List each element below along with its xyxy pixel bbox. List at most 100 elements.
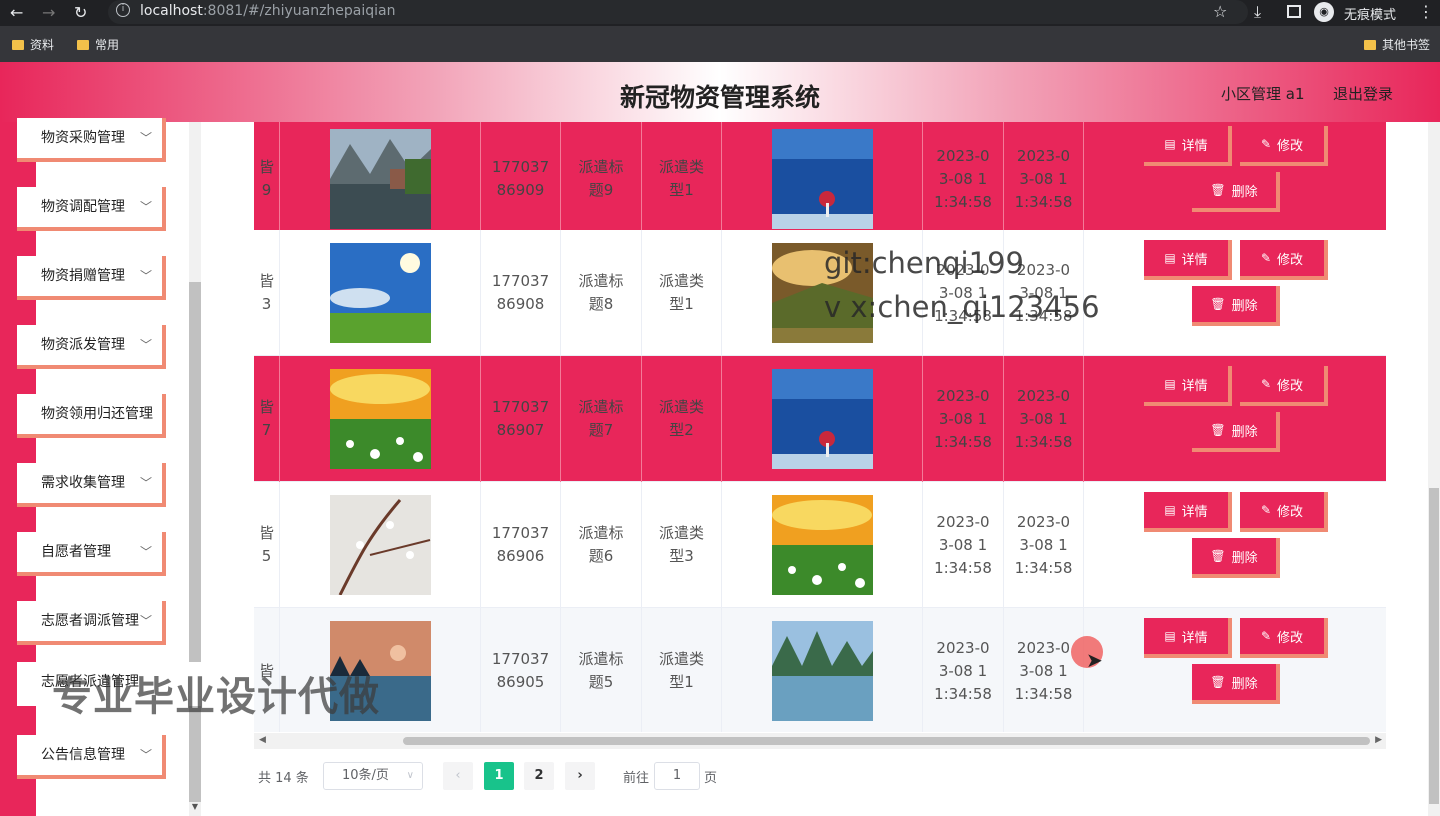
bookmarks-bar: 资料 常用 其他书签 <box>0 26 1440 62</box>
sidebar-item-demand[interactable]: 需求收集管理 ﹀ <box>17 463 166 507</box>
page-scrollbar-thumb[interactable] <box>1429 488 1439 804</box>
bookmark-label: 常用 <box>95 38 120 52</box>
other-bookmarks[interactable]: 其他书签 <box>1364 36 1430 53</box>
delete-button[interactable]: 🗑 删除 <box>1192 664 1280 704</box>
edit-button[interactable]: ✎ 修改 <box>1240 618 1328 658</box>
back-icon[interactable]: ← <box>10 3 23 22</box>
table-horizontal-scrollbar[interactable]: ◀ ▶ <box>254 733 1386 749</box>
panel-icon[interactable] <box>1287 5 1301 18</box>
sidebar-item-borrow-return[interactable]: 物资领用归还管理 <box>17 394 166 438</box>
sidebar-item-label: 志愿者调派管理 <box>41 613 139 629</box>
goto-page-input[interactable]: 1 <box>654 762 700 790</box>
forward-icon[interactable]: → <box>42 3 55 22</box>
scroll-down-icon[interactable]: ▼ <box>189 802 201 816</box>
detail-button[interactable]: ▤ 详情 <box>1144 240 1232 280</box>
cell-name-text: 皆 3 <box>258 272 274 313</box>
detail-button[interactable]: ▤ 详情 <box>1144 492 1232 532</box>
delete-button[interactable]: 🗑 删除 <box>1192 412 1280 452</box>
logout-link[interactable]: 退出登录 <box>1333 83 1393 104</box>
sidebar-item-donation[interactable]: 物资捐赠管理 ﹀ <box>17 256 166 300</box>
chevron-down-icon: ﹀ <box>139 476 152 490</box>
sunset-daisies-image[interactable] <box>329 369 431 469</box>
trash-icon: 🗑 <box>1210 183 1226 197</box>
cell-type: 派遣类 型2 <box>642 356 722 482</box>
delete-button-label: 删除 <box>1231 298 1258 314</box>
sidebar-item-announcements[interactable]: 公告信息管理 ﹀ <box>17 735 166 779</box>
sidebar-item-volunteer-dispatch[interactable]: 志愿者调派管理 ﹀ <box>17 601 166 645</box>
cell-name: 皆 7 <box>254 356 280 482</box>
cell-title-text: 派遣标 题5 <box>578 650 624 691</box>
info-icon[interactable]: i <box>116 3 130 17</box>
star-icon[interactable]: ☆ <box>1213 2 1227 21</box>
reload-icon[interactable]: ↻ <box>74 3 87 22</box>
cell-type: 派遣类 型3 <box>642 482 722 608</box>
cell-time-2: 2023-0 3-08 1 1:34:58 <box>1004 122 1084 242</box>
delete-button[interactable]: 🗑 删除 <box>1192 286 1280 326</box>
edit-button[interactable]: ✎ 修改 <box>1240 240 1328 280</box>
cell-name: 皆 5 <box>254 482 280 608</box>
detail-button-label: 详情 <box>1181 504 1208 520</box>
delete-button[interactable]: 🗑 删除 <box>1192 538 1280 578</box>
cell-type: 派遣类 型1 <box>642 230 722 356</box>
bookmark-folder[interactable]: 常用 <box>77 36 119 53</box>
sunset-daisies-image[interactable] <box>771 495 873 595</box>
data-table: 皆 9 177037 86909 派遣标 题9 派遣类 型1 2023-0 3-08 1… <box>254 122 1386 732</box>
mountain-lake-village-image[interactable] <box>329 129 431 229</box>
document-icon: ▤ <box>1164 503 1176 517</box>
cell-time-2-text: 2023-0 3-08 1 1:34:58 <box>1014 386 1073 451</box>
detail-button[interactable]: ▤ 详情 <box>1144 126 1232 166</box>
next-page-button[interactable]: › <box>565 762 595 790</box>
pencil-icon: ✎ <box>1260 503 1272 517</box>
blue-sky-grass-image[interactable] <box>329 243 431 343</box>
page-2-button[interactable]: 2 <box>524 762 554 790</box>
cell-title: 派遣标 题5 <box>561 608 642 732</box>
cell-time-1: 2023-0 3-08 1 1:34:58 <box>923 482 1004 608</box>
delete-button[interactable]: 🗑 删除 <box>1192 172 1280 212</box>
menu-kebab-icon[interactable]: ⋮ <box>1418 2 1434 21</box>
incognito-icon[interactable]: ◉ <box>1314 2 1334 22</box>
edit-button-label: 修改 <box>1277 378 1304 394</box>
folder-icon <box>12 39 24 50</box>
cell-time-2: 2023-0 3-08 1 1:34:58 <box>1004 482 1084 608</box>
scrollbar-thumb[interactable] <box>403 737 1370 745</box>
cell-account: 177037 86908 <box>481 230 561 356</box>
detail-button-label: 详情 <box>1181 378 1208 394</box>
browser-toolbar: ← → ↻ i localhost:8081/#/zhiyuanzhepaiqi… <box>0 0 1440 26</box>
blue-sea-red-umbrella-image[interactable] <box>771 129 873 229</box>
cell-type: 派遣类 型1 <box>642 122 722 242</box>
edit-button[interactable]: ✎ 修改 <box>1240 492 1328 532</box>
cell-image <box>280 356 481 482</box>
detail-button[interactable]: ▤ 详情 <box>1144 366 1232 406</box>
sidebar-item-procurement[interactable]: 物资采购管理 ﹀ <box>17 118 166 162</box>
sidebar-item-volunteers[interactable]: 自愿者管理 ﹀ <box>17 532 166 576</box>
cell-account-text: 177037 86909 <box>491 158 550 199</box>
scroll-right-icon[interactable]: ▶ <box>1375 735 1382 745</box>
download-icon[interactable]: ⤓ <box>1254 2 1261 22</box>
edit-button[interactable]: ✎ 修改 <box>1240 366 1328 406</box>
document-icon: ▤ <box>1164 251 1176 265</box>
page-size-select[interactable]: 10条/页 ∨ <box>323 762 423 790</box>
sidebar-item-allocation[interactable]: 物资调配管理 ﹀ <box>17 187 166 231</box>
page-1-button[interactable]: 1 <box>484 762 514 790</box>
edit-button[interactable]: ✎ 修改 <box>1240 126 1328 166</box>
address-bar[interactable]: i localhost:8081/#/zhiyuanzhepaiqian <box>108 0 1248 24</box>
cell-name-text: 皆 5 <box>258 524 274 565</box>
cell-account: 177037 86906 <box>481 482 561 608</box>
scroll-left-icon[interactable]: ◀ <box>259 735 266 745</box>
karst-river-image[interactable] <box>771 621 873 721</box>
table-row: 皆 9 177037 86909 派遣标 题9 派遣类 型1 2023-0 3-08 1… <box>254 122 1386 242</box>
table-row: 皆 177037 86905 派遣标 题5 派遣类 型1 2023-0 3-08 1 … <box>254 608 1386 732</box>
document-icon: ▤ <box>1164 377 1176 391</box>
blossom-branches-image[interactable] <box>329 495 431 595</box>
sidebar-scrollbar-thumb[interactable] <box>189 282 201 802</box>
detail-button[interactable]: ▤ 详情 <box>1144 618 1232 658</box>
blue-sea-red-umbrella-image[interactable] <box>771 369 873 469</box>
cell-title-text: 派遣标 题7 <box>578 398 624 439</box>
cell-account: 177037 86905 <box>481 608 561 732</box>
chevron-down-icon: ﹀ <box>139 614 152 628</box>
sidebar-item-distribution[interactable]: 物资派发管理 ﹀ <box>17 325 166 369</box>
prev-page-button[interactable]: ‹ <box>443 762 473 790</box>
cell-image-2 <box>722 482 923 608</box>
user-label[interactable]: 小区管理 a1 <box>1221 83 1305 104</box>
bookmark-folder[interactable]: 资料 <box>12 36 54 53</box>
